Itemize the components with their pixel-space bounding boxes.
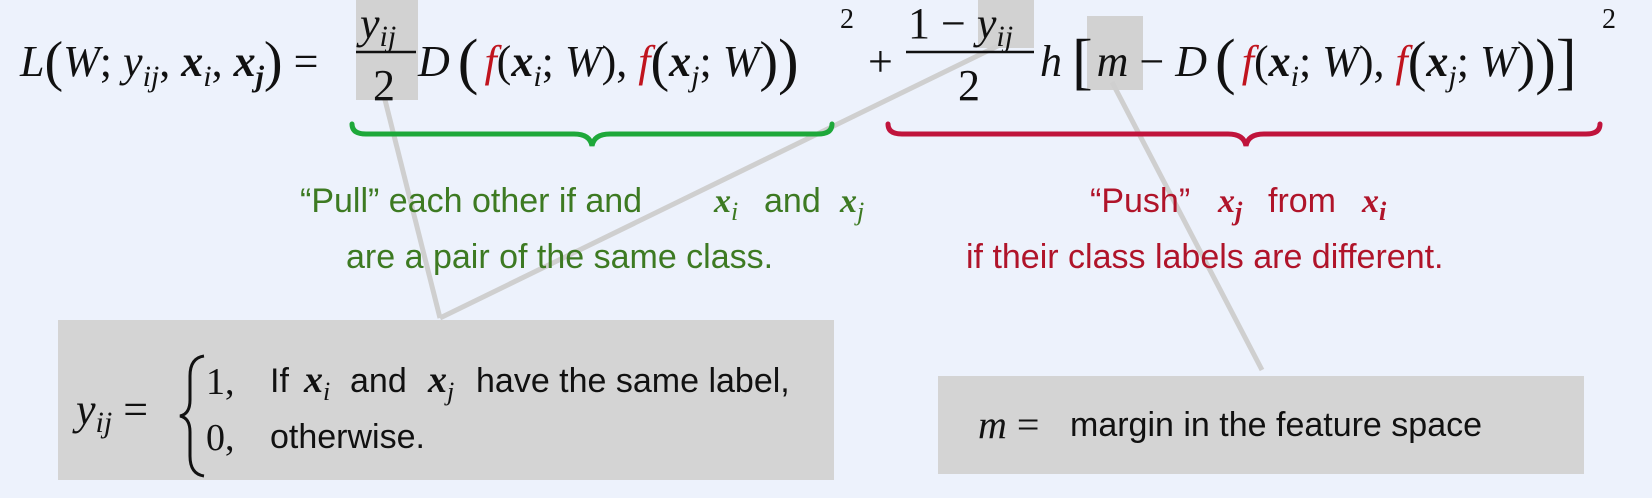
push-from: from <box>1268 182 1336 220</box>
push-annotation: “Push” xj from xi if their class labels … <box>966 182 1444 276</box>
pull-xj: xj <box>839 183 864 226</box>
frac1-denominator: 2 <box>373 61 395 110</box>
pull-and: and <box>764 182 821 220</box>
term1-exponent: 2 <box>840 4 854 35</box>
frac2-denominator: 2 <box>958 61 980 110</box>
pull-line1: “Pull” each other if and <box>300 182 642 220</box>
term1-distance: D(f(xi; W), f(xj; W)) <box>417 28 799 96</box>
case0-text: otherwise. <box>270 418 425 456</box>
case1-and: and <box>350 362 407 400</box>
case1-if: If <box>270 362 289 400</box>
term2-hinge: h [m − D(f(xi; W), f(xj; W))] <box>1040 28 1577 96</box>
push-xi: xi <box>1361 183 1387 226</box>
pull-annotation: “Pull” each other if and xi and xj are a… <box>300 182 864 276</box>
pull-xi: xi <box>713 183 738 226</box>
case1-value: 1, <box>206 361 235 403</box>
loss-formula: L(W; yij, xi, xj) = yij 2 D(f(xi; W), f(… <box>19 0 1616 110</box>
case0-value: 0, <box>206 417 235 459</box>
push-prefix: “Push” <box>1090 182 1190 220</box>
pull-line2: are a pair of the same class. <box>346 238 773 276</box>
push-brace <box>885 121 1603 147</box>
push-line2: if their class labels are different. <box>966 238 1444 276</box>
margin-symbol: m = <box>978 402 1039 447</box>
push-xj: xj <box>1217 183 1243 226</box>
connector-m <box>1109 80 1265 372</box>
pull-brace <box>349 121 835 147</box>
margin-text: margin in the feature space <box>1070 406 1482 444</box>
contrastive-loss-diagram: L(W; yij, xi, xj) = yij 2 D(f(xi; W), f(… <box>19 0 1616 480</box>
formula-lhs: L(W; yij, xi, xj) = <box>19 31 318 93</box>
plus-sign: + <box>868 37 893 86</box>
term2-exponent: 2 <box>1602 4 1616 35</box>
case1-label-text: have the same label, <box>476 362 790 400</box>
